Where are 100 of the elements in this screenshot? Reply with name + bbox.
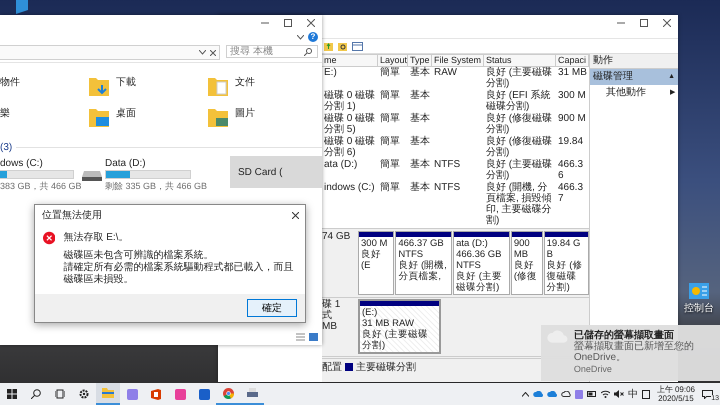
table-cell-text: 良好 (修復磁碟分割) [485, 136, 554, 158]
notification-toast[interactable]: 已儲存的螢幕擷取畫面 螢幕擷取畫面已新增至您的 OneDrive。 OneDrive [541, 325, 720, 381]
column-header[interactable]: Status [484, 54, 556, 67]
folder-search-icon[interactable] [338, 42, 347, 50]
cloud-icon[interactable] [532, 391, 543, 397]
column-header[interactable]: Type [408, 54, 432, 67]
clear-icon[interactable] [210, 50, 216, 56]
notification-source: OneDrive [574, 364, 613, 375]
table-cell-text: 簡單 [379, 113, 401, 126]
desktop-shortcut-icon [16, 0, 28, 14]
clock-time: 上午 09:06 [656, 385, 695, 394]
partition-block[interactable]: ata (D:) 466.36 GB NTFS 良好 (主要磁碟分割) [453, 231, 510, 295]
close-icon[interactable] [306, 19, 314, 27]
partition-size: 466.36 GB NTFS [456, 249, 502, 271]
search-icon [304, 48, 312, 56]
partition-status: 良好 (主要磁碟分割) [456, 271, 503, 293]
table-cell-text: 基本 [409, 113, 431, 126]
chrome-icon [222, 388, 234, 398]
hard-drive-icon [82, 170, 102, 180]
column-header[interactable]: me [322, 54, 378, 67]
column-header[interactable]: File System [432, 54, 484, 67]
column-header[interactable]: Capaci [556, 54, 589, 67]
table-cell-text: NTFS [433, 182, 462, 195]
input-method-indicator[interactable]: 中 [628, 387, 638, 401]
table-cell-text: ata (D:) [323, 159, 358, 172]
disk-label: 式 [322, 310, 333, 321]
folder-label[interactable]: 圖片 [235, 106, 255, 120]
chevron-up-icon[interactable] [522, 392, 529, 396]
error-icon [43, 230, 56, 246]
partition-block[interactable]: (E:) 31 MB RAW 良好 (主要磁碟分割) [358, 299, 442, 354]
search-field[interactable]: 搜尋 本機 [226, 45, 318, 58]
maximize-icon[interactable] [640, 19, 648, 27]
clock[interactable]: 上午 09:06 2020/5/15 [654, 385, 698, 403]
app-icon[interactable] [574, 390, 583, 398]
folder-label[interactable]: 下載 [116, 75, 136, 89]
cloud-icon[interactable] [546, 391, 557, 397]
cloud-outline-icon[interactable] [560, 391, 571, 397]
table-cell-text: 466.36 [557, 159, 584, 182]
partition-block[interactable]: 300 M 良好 (E [358, 231, 394, 295]
partition-status: 良好 (修復 [514, 260, 538, 282]
battery-icon[interactable] [586, 391, 597, 397]
partition-block[interactable]: 466.37 GB NTFS 良好 (開機, 分頁檔案, [395, 231, 452, 295]
search-icon [31, 389, 41, 399]
chevron-down-icon[interactable] [297, 34, 304, 40]
task-view-icon [55, 389, 65, 399]
notification-body: 螢幕擷取畫面已新增至您的 OneDrive。 [574, 341, 695, 363]
folder-up-icon[interactable] [324, 42, 333, 50]
close-icon[interactable] [662, 19, 670, 27]
partition-size: 19.84 GB [546, 238, 582, 260]
table-cell-text: 466.37 [557, 182, 584, 206]
pictures-folder-icon[interactable] [207, 106, 229, 128]
partition-size: 466.37 GB NTFS [398, 238, 445, 260]
table-cell-text: NTFS [433, 159, 462, 172]
maximize-icon[interactable] [284, 19, 292, 27]
column-header[interactable]: Layout [378, 54, 408, 67]
error-message: 磁碟區未包含可辨識的檔案系統。 [63, 250, 214, 262]
table-cell-text: 簡單 [379, 67, 401, 80]
partition-status: 良好 (主要磁碟分割) [362, 329, 429, 351]
drive-space-text: 383 GB，共 466 GB [0, 180, 82, 193]
control-panel-icon[interactable] [689, 283, 709, 299]
folder-label[interactable]: 樂 [0, 106, 10, 120]
partition-size: 31 MB RAW [362, 318, 415, 329]
table-cell-text: 良好 (主要磁碟分割) [485, 159, 554, 182]
details-view-icon[interactable] [296, 333, 305, 341]
ok-button[interactable]: 確定 [247, 299, 297, 317]
table-cell-text: 磁碟 0 磁碟分割 1) [323, 90, 376, 112]
table-cell-text: 31 MB [557, 67, 588, 80]
office-icon [151, 388, 161, 400]
drive-tile[interactable]: SD Card ( [230, 156, 322, 188]
notification-title: 已儲存的螢幕擷取畫面 [574, 330, 675, 341]
partition-block[interactable]: 19.84 GB 良好 (修復磁碟分割) [544, 231, 589, 295]
partition-name: (E:) [362, 307, 378, 318]
section-header[interactable]: (3) [0, 142, 12, 153]
table-cell-text: 良好 (主要磁碟分割) [485, 67, 554, 90]
close-button[interactable] [289, 209, 301, 221]
table-cell-text: 磁碟 0 磁碟分割 6) [323, 136, 376, 159]
folder-label[interactable]: 桌面 [116, 106, 136, 120]
download-folder-icon[interactable] [88, 75, 110, 97]
dropdown-icon[interactable] [199, 50, 206, 55]
folder-label[interactable]: 物件 [0, 75, 20, 89]
drive-space-text: 剩餘 335 GB，共 466 GB [105, 180, 208, 193]
speaker-muted-icon[interactable] [614, 390, 624, 398]
desktop-icon-label[interactable]: 控制台 [684, 301, 714, 315]
wifi-icon[interactable] [600, 390, 610, 398]
desktop-folder-icon[interactable] [88, 106, 110, 128]
table-cell-text: 基本 [409, 182, 431, 195]
table-cell-text: indows (C:) [323, 182, 376, 195]
table-cell-text: 簡單 [379, 90, 401, 103]
gear-icon [79, 389, 89, 399]
folder-label[interactable]: 文件 [235, 75, 255, 89]
clock-date: 2020/5/15 [658, 394, 694, 403]
actions-header: 動作 [590, 54, 678, 69]
printer-icon [246, 388, 258, 398]
dialog-title: 位置無法使用 [42, 208, 103, 222]
window-icon[interactable] [352, 42, 363, 50]
help-button[interactable]: ? [308, 32, 318, 42]
partition-block[interactable]: 900 MB 良好 (修復 [510, 231, 543, 295]
action-center-icon[interactable] [702, 390, 713, 398]
drive-tile[interactable]: Data (D:) 剩餘 335 GB，共 466 GB [80, 156, 226, 195]
disk-label: 74 GB [322, 231, 352, 242]
